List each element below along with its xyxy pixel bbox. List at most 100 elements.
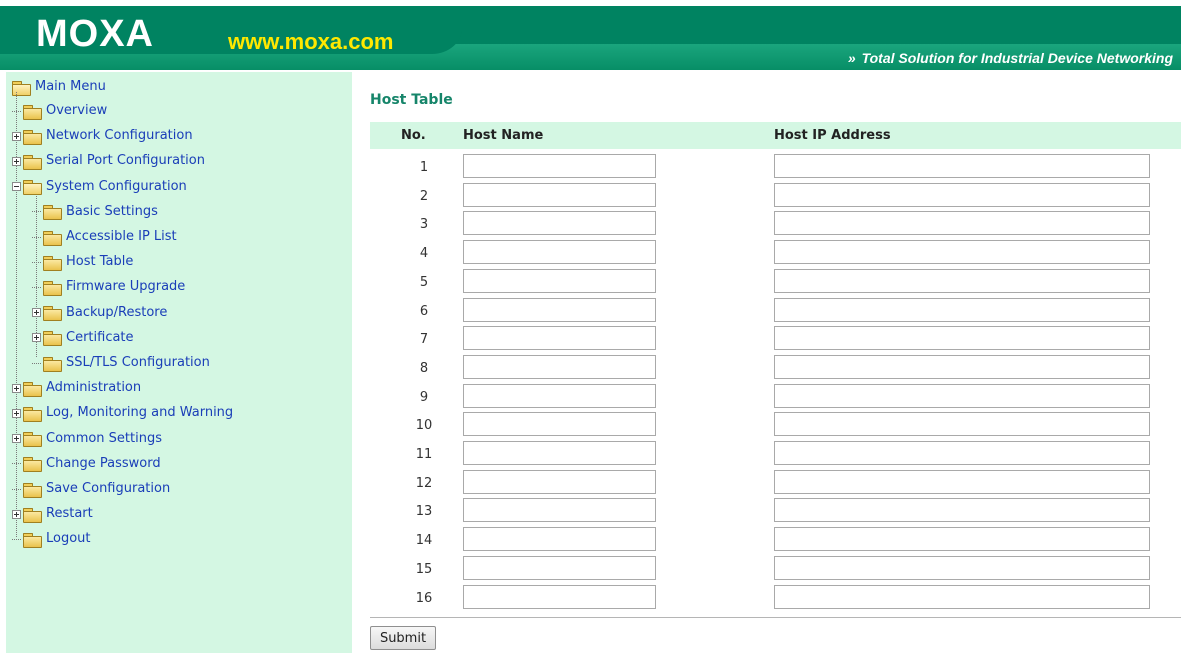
- sidebar-item-label: Network Configuration: [46, 128, 193, 144]
- host-ip-input[interactable]: [774, 584, 1150, 609]
- host-ip-input[interactable]: [774, 412, 1150, 437]
- expand-plus-icon[interactable]: [12, 156, 21, 166]
- tagline-text: Total Solution for Industrial Device Net…: [861, 50, 1173, 66]
- tree-branch-line: [12, 538, 21, 540]
- row-number: 14: [415, 533, 433, 549]
- sidebar-item[interactable]: Log, Monitoring and Warning: [12, 403, 233, 423]
- sidebar-item[interactable]: Certificate: [32, 328, 134, 348]
- sidebar-item-label: Backup/Restore: [66, 304, 168, 320]
- sidebar-item[interactable]: Basic Settings: [32, 202, 158, 222]
- column-header-host-name: Host Name: [463, 128, 544, 143]
- table-header: No. Host Name Host IP Address: [370, 122, 1181, 149]
- expand-plus-icon[interactable]: [12, 408, 21, 418]
- host-ip-input[interactable]: [774, 383, 1150, 408]
- host-ip-input[interactable]: [774, 555, 1150, 580]
- folder-icon: [43, 331, 62, 347]
- host-name-input[interactable]: [463, 297, 656, 322]
- tree-branch-line: [12, 488, 21, 490]
- host-name-input[interactable]: [463, 240, 656, 265]
- row-number: 16: [415, 590, 433, 606]
- sidebar-item[interactable]: Change Password: [12, 454, 161, 474]
- sidebar-item[interactable]: Firmware Upgrade: [32, 277, 185, 297]
- sidebar-item-label: Basic Settings: [66, 203, 158, 219]
- sidebar-item[interactable]: Logout: [12, 529, 91, 549]
- host-name-input[interactable]: [463, 584, 656, 609]
- host-ip-input[interactable]: [774, 441, 1150, 465]
- sidebar-item[interactable]: Overview: [12, 101, 107, 121]
- row-number: 7: [419, 332, 429, 348]
- page-title: Host Table: [370, 92, 453, 108]
- folder-icon: [43, 230, 62, 246]
- moxa-logo[interactable]: MOXA: [36, 14, 154, 54]
- folder-icon: [43, 306, 62, 322]
- sidebar-item[interactable]: Administration: [12, 378, 141, 398]
- sidebar-item-main-menu[interactable]: Main Menu: [12, 77, 106, 97]
- tree-connector: [12, 131, 23, 141]
- host-ip-input[interactable]: [774, 527, 1150, 552]
- expand-plus-icon[interactable]: [12, 509, 21, 519]
- folder-icon: [23, 432, 42, 448]
- sidebar-item[interactable]: Restart: [12, 504, 93, 524]
- sidebar-item-label: Firmware Upgrade: [66, 279, 186, 295]
- host-name-input[interactable]: [463, 555, 656, 580]
- expand-plus-icon[interactable]: [12, 131, 21, 141]
- host-name-input[interactable]: [463, 527, 656, 552]
- host-name-input[interactable]: [463, 354, 656, 379]
- host-name-input[interactable]: [463, 154, 656, 178]
- host-ip-input[interactable]: [774, 211, 1150, 236]
- tree-connector: [32, 362, 43, 364]
- host-ip-input[interactable]: [774, 154, 1150, 178]
- host-ip-input[interactable]: [774, 182, 1150, 207]
- collapse-minus-icon[interactable]: [12, 182, 21, 192]
- expand-plus-icon[interactable]: [12, 434, 21, 444]
- sidebar-menu: Main Menu Overview Network Configuration S…: [6, 72, 352, 653]
- host-name-input[interactable]: [463, 383, 656, 408]
- sidebar-item-label: Common Settings: [46, 430, 163, 446]
- tree-connector: [12, 156, 23, 166]
- expand-plus-icon[interactable]: [32, 308, 41, 318]
- tree-connector: [32, 236, 43, 238]
- sidebar-item[interactable]: System Configuration: [12, 177, 187, 197]
- host-ip-input[interactable]: [774, 268, 1150, 293]
- host-ip-input[interactable]: [774, 469, 1150, 494]
- sidebar-item[interactable]: Serial Port Configuration: [12, 151, 205, 171]
- sidebar-item-label: Host Table: [66, 254, 134, 270]
- sidebar-item-label: Certificate: [66, 329, 134, 345]
- host-name-input[interactable]: [463, 211, 656, 236]
- host-name-input[interactable]: [463, 326, 656, 351]
- main-content: Host Table No. Host Name Host IP Address…: [360, 72, 1181, 653]
- sidebar-item[interactable]: Common Settings: [12, 429, 162, 449]
- sidebar-item-label: Logout: [46, 531, 91, 547]
- host-name-input[interactable]: [463, 441, 656, 465]
- folder-icon: [23, 482, 42, 498]
- host-ip-input[interactable]: [774, 326, 1150, 351]
- host-ip-input[interactable]: [774, 240, 1150, 265]
- host-name-input[interactable]: [463, 182, 656, 207]
- host-ip-input[interactable]: [774, 498, 1150, 523]
- sidebar-item[interactable]: SSL/TLS Configuration: [32, 353, 210, 373]
- folder-icon: [23, 507, 42, 523]
- host-ip-input[interactable]: [774, 354, 1150, 379]
- host-name-input[interactable]: [463, 498, 656, 523]
- tree-connector: [12, 408, 23, 418]
- sidebar-item[interactable]: Save Configuration: [12, 479, 170, 499]
- row-number: 2: [419, 188, 429, 204]
- submit-button[interactable]: Submit: [370, 626, 436, 650]
- host-ip-input[interactable]: [774, 297, 1150, 322]
- folder-open-icon: [12, 80, 31, 96]
- expand-plus-icon[interactable]: [32, 333, 41, 343]
- host-name-input[interactable]: [463, 469, 656, 494]
- sidebar-item-label: Administration: [46, 380, 142, 396]
- sidebar-item[interactable]: Host Table: [32, 252, 133, 272]
- moxa-url-link[interactable]: www.moxa.com: [228, 30, 393, 54]
- tagline: » Total Solution for Industrial Device N…: [848, 49, 1173, 67]
- sidebar-item[interactable]: Backup/Restore: [32, 303, 167, 323]
- expand-plus-icon[interactable]: [12, 383, 21, 393]
- sidebar-item[interactable]: Accessible IP List: [32, 227, 177, 247]
- host-name-input[interactable]: [463, 268, 656, 293]
- folder-icon: [23, 129, 42, 145]
- host-name-input[interactable]: [463, 412, 656, 437]
- sidebar-item[interactable]: Network Configuration: [12, 126, 193, 146]
- page-header: MOXA www.moxa.com » Total Solution for I…: [0, 0, 1181, 72]
- tree-branch-line: [32, 362, 41, 364]
